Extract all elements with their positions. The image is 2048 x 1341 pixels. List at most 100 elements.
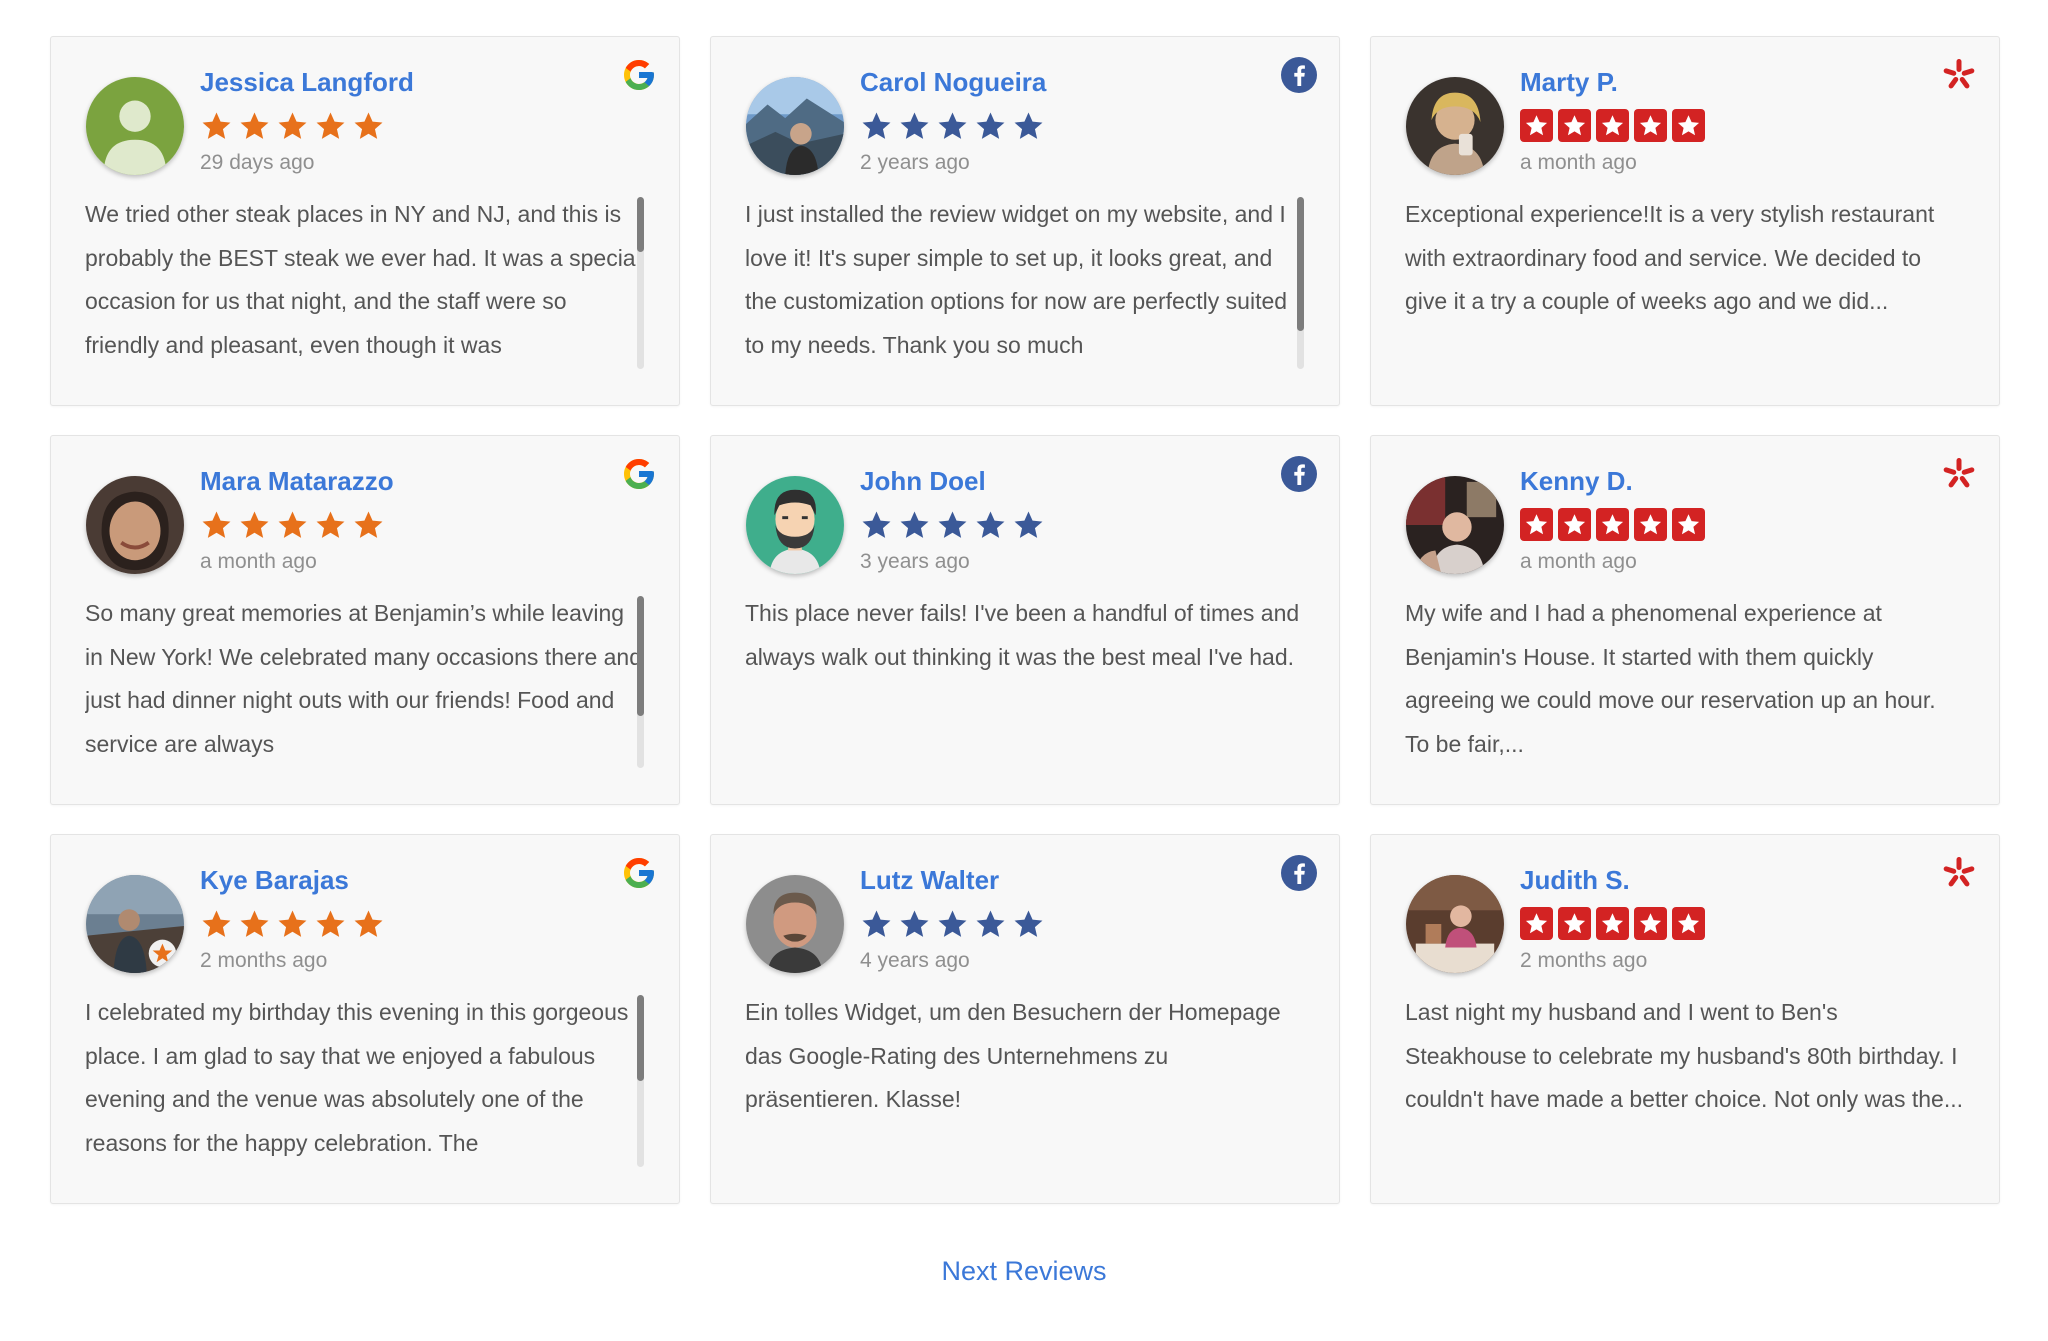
star-icon — [352, 109, 385, 143]
star-icon — [860, 907, 893, 941]
review-date: 2 months ago — [200, 949, 328, 972]
star-icon — [1012, 109, 1045, 143]
star-icon — [238, 508, 271, 542]
facebook-icon[interactable] — [1281, 57, 1317, 93]
star-icon — [1012, 508, 1045, 542]
star-icon — [238, 109, 271, 143]
scrollbar[interactable] — [1297, 197, 1304, 369]
scrollbar-thumb[interactable] — [637, 596, 644, 717]
review-text: So many great memories at Benjamin’s whi… — [85, 600, 642, 757]
review-date: 4 years ago — [860, 949, 970, 972]
star-icon — [1634, 907, 1667, 940]
avatar — [1406, 77, 1504, 175]
reviewer-name[interactable]: Kye Barajas — [200, 865, 349, 896]
google-icon[interactable] — [621, 456, 657, 492]
reviewer-name[interactable]: Carol Nogueira — [860, 67, 1046, 98]
star-icon — [936, 109, 969, 143]
review-card: Mara Matarazzo a month ago So many great… — [50, 435, 680, 805]
scrollbar[interactable] — [637, 197, 644, 369]
star-icon — [1596, 907, 1629, 940]
review-card: Kye Barajas 2 months ago I celebrated my… — [50, 834, 680, 1204]
star-icon — [974, 109, 1007, 143]
star-icon — [1634, 109, 1667, 142]
review-card: Kenny D. a month ago My wife and I had a… — [1370, 435, 2000, 805]
star-icon — [1520, 508, 1553, 541]
review-text: Last night my husband and I went to Ben'… — [1405, 999, 1963, 1112]
reviewer-name[interactable]: Jessica Langford — [200, 67, 414, 98]
review-date: a month ago — [1520, 151, 1637, 174]
star-rating — [200, 907, 390, 943]
reviewer-name[interactable]: Mara Matarazzo — [200, 466, 394, 497]
yelp-icon[interactable] — [1941, 456, 1977, 492]
star-icon — [1672, 508, 1705, 541]
star-icon — [352, 907, 385, 941]
star-icon — [1596, 508, 1629, 541]
star-rating — [1520, 508, 1710, 544]
star-icon — [936, 907, 969, 941]
star-icon — [1520, 907, 1553, 940]
star-icon — [974, 508, 1007, 542]
review-date: 2 years ago — [860, 151, 970, 174]
star-icon — [974, 907, 1007, 941]
avatar — [746, 77, 844, 175]
star-icon — [276, 508, 309, 542]
star-icon — [314, 907, 347, 941]
star-icon — [1520, 109, 1553, 142]
review-card: John Doel 3 years ago This place never f… — [710, 435, 1340, 805]
reviewer-name[interactable]: Judith S. — [1520, 865, 1630, 896]
scrollbar-thumb[interactable] — [637, 197, 644, 253]
star-rating — [200, 508, 390, 544]
star-icon — [1672, 109, 1705, 142]
star-icon — [1634, 508, 1667, 541]
review-date: a month ago — [200, 550, 317, 573]
google-icon[interactable] — [621, 855, 657, 891]
star-icon — [1596, 109, 1629, 142]
star-icon — [936, 508, 969, 542]
star-rating — [1520, 109, 1710, 145]
google-icon[interactable] — [621, 57, 657, 93]
next-reviews-link[interactable]: Next Reviews — [941, 1256, 1106, 1286]
review-text: Exceptional experience!It is a very styl… — [1405, 201, 1935, 314]
reviewer-name[interactable]: Lutz Walter — [860, 865, 999, 896]
scrollbar-thumb[interactable] — [1297, 197, 1304, 332]
reviewer-name[interactable]: Kenny D. — [1520, 466, 1633, 497]
star-icon — [1672, 907, 1705, 940]
avatar — [746, 476, 844, 574]
review-date: 3 years ago — [860, 550, 970, 573]
review-text: We tried other steak places in NY and NJ… — [85, 201, 641, 358]
star-icon — [898, 109, 931, 143]
star-icon — [1558, 907, 1591, 940]
scrollbar-thumb[interactable] — [637, 995, 644, 1081]
scrollbar[interactable] — [637, 596, 644, 768]
star-icon — [200, 907, 233, 941]
facebook-icon[interactable] — [1281, 855, 1317, 891]
review-date: 29 days ago — [200, 151, 315, 174]
star-icon — [352, 508, 385, 542]
yelp-icon[interactable] — [1941, 855, 1977, 891]
avatar — [86, 77, 184, 175]
star-icon — [898, 508, 931, 542]
review-text: I just installed the review widget on my… — [745, 201, 1288, 358]
star-icon — [860, 508, 893, 542]
star-icon — [276, 109, 309, 143]
facebook-icon[interactable] — [1281, 456, 1317, 492]
star-rating — [860, 508, 1050, 544]
reviews-grid: Jessica Langford 29 days ago We tried ot… — [50, 36, 2000, 1204]
reviewer-name[interactable]: Marty P. — [1520, 67, 1618, 98]
scrollbar[interactable] — [637, 995, 644, 1167]
star-rating — [860, 907, 1050, 943]
review-text: Ein tolles Widget, um den Besuchern der … — [745, 999, 1281, 1112]
star-icon — [314, 109, 347, 143]
star-icon — [238, 907, 271, 941]
review-card: Judith S. 2 months ago Last night my hus… — [1370, 834, 2000, 1204]
review-text: I celebrated my birthday this evening in… — [85, 999, 629, 1156]
avatar — [1406, 476, 1504, 574]
star-icon — [1012, 907, 1045, 941]
avatar — [746, 875, 844, 973]
yelp-icon[interactable] — [1941, 57, 1977, 93]
review-card: Carol Nogueira 2 years ago I just instal… — [710, 36, 1340, 406]
avatar — [86, 476, 184, 574]
reviewer-name[interactable]: John Doel — [860, 466, 986, 497]
avatar — [1406, 875, 1504, 973]
pagination: Next Reviews — [0, 1256, 2048, 1287]
